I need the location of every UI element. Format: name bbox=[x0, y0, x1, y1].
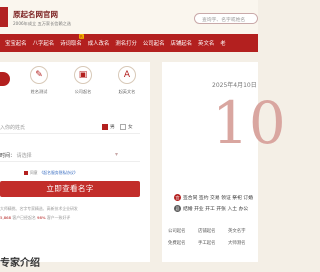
search-input[interactable]: 查询字、名字或姓名 bbox=[194, 13, 258, 24]
rating-percent: 98% bbox=[36, 215, 46, 220]
nav-item-shop-naming[interactable]: 店铺起名 bbox=[170, 39, 192, 47]
surname-field[interactable]: 入你的姓氏 男 女 bbox=[0, 120, 140, 134]
link-manual-naming[interactable]: 手工起名 bbox=[198, 240, 216, 246]
link-free-naming[interactable]: 免费起名 bbox=[168, 240, 186, 246]
birth-time-field[interactable]: 时间： 请选择 ▾ bbox=[0, 148, 140, 162]
link-english-name[interactable]: 英文名字 bbox=[228, 228, 246, 234]
link-master-test[interactable]: 大师测名 bbox=[228, 240, 246, 246]
calendar-yi: 宜 签合同 签约 交易 领证 祭祀 订婚 bbox=[174, 194, 253, 201]
calendar-day: 10 bbox=[212, 89, 286, 157]
agree-text: 同意 bbox=[30, 170, 38, 175]
link-shop-naming[interactable]: 店铺起名 bbox=[198, 228, 216, 234]
yi-text: 签合同 签约 交易 领证 祭祀 订婚 bbox=[183, 196, 253, 201]
submit-button[interactable]: 立即查看名字 bbox=[0, 181, 140, 197]
customer-count-label: 客户已经起名 bbox=[12, 215, 36, 220]
tool-label: 起英文名 bbox=[118, 89, 136, 94]
tool-row: ✎ 姓名测试 ▣ 公司起名 A 起英文名 bbox=[0, 66, 150, 100]
birth-placeholder: 请选择 bbox=[16, 153, 32, 159]
nav-item-label: 诗词取名 bbox=[60, 41, 82, 47]
link-company-naming[interactable]: 公司起名 bbox=[168, 228, 186, 234]
nav-item-baby-naming[interactable]: 宝宝起名 bbox=[5, 39, 27, 47]
naming-form-card: ✎ 姓名测试 ▣ 公司起名 A 起英文名 入你的姓氏 男 女 时间： 请选择 ▾… bbox=[0, 62, 150, 262]
section-title: 专家介绍 bbox=[0, 258, 40, 269]
site-title[interactable]: 原起名网官网 bbox=[13, 9, 58, 20]
tool-english-name[interactable]: A 起英文名 bbox=[112, 66, 142, 95]
ji-badge: 忌 bbox=[174, 205, 181, 212]
header: 原起名网官网 2006年成立 五万家长信赖之选 查询字、名字或姓名 bbox=[0, 0, 258, 34]
customer-count: 5,868 bbox=[0, 215, 12, 220]
building-icon: ▣ bbox=[74, 66, 92, 84]
chevron-down-icon[interactable]: ▾ bbox=[115, 151, 118, 158]
pen-icon: ✎ bbox=[30, 66, 48, 84]
tool-name-test[interactable]: ✎ 姓名测试 bbox=[24, 66, 54, 95]
tool-decoration bbox=[0, 72, 10, 86]
nav-item-more[interactable]: 老 bbox=[220, 39, 225, 47]
letter-icon: A bbox=[118, 66, 136, 84]
main-nav: 宝宝起名 八字起名 诗词取名 热 成人改名 测名打分 公司起名 店铺起名 英文名… bbox=[0, 34, 258, 52]
nav-item-english-name[interactable]: 英文名 bbox=[198, 39, 214, 47]
male-checkbox[interactable] bbox=[102, 123, 108, 130]
gender-select[interactable]: 男 女 bbox=[102, 123, 133, 130]
ji-text: 结婚 开业 开工 开张 入土 办公 bbox=[183, 207, 249, 212]
trust-note: 大师精挑、名字专家精选、高新技术企业研发 bbox=[0, 206, 78, 211]
rating-label: 客户一致好评 bbox=[46, 215, 71, 220]
female-label: 女 bbox=[127, 125, 133, 130]
tool-company-naming[interactable]: ▣ 公司起名 bbox=[68, 66, 98, 95]
male-label: 男 bbox=[110, 125, 115, 130]
nav-item-company-naming[interactable]: 公司起名 bbox=[143, 39, 165, 47]
agree-checkbox[interactable] bbox=[24, 171, 28, 175]
site-subtitle: 2006年成立 五万家长信赖之选 bbox=[13, 21, 72, 26]
calendar-card: 2025年4月10日 10 宜 签合同 签约 交易 领证 祭祀 订婚 忌 结婚 … bbox=[162, 62, 286, 262]
calendar-date: 2025年4月10日 bbox=[212, 82, 257, 89]
tool-label: 姓名测试 bbox=[30, 89, 48, 94]
privacy-link[interactable]: 《起名服务隐私协议》 bbox=[40, 170, 78, 176]
nav-item-poem-naming[interactable]: 诗词取名 热 bbox=[60, 34, 84, 47]
surname-placeholder: 入你的姓氏 bbox=[0, 125, 26, 131]
logo-icon[interactable] bbox=[0, 7, 8, 27]
birth-label-group: 时间： 请选择 bbox=[0, 152, 32, 159]
yi-badge: 宜 bbox=[174, 194, 181, 201]
nav-item-adult-rename[interactable]: 成人改名 bbox=[88, 39, 110, 47]
nav-item-name-score[interactable]: 测名打分 bbox=[115, 39, 137, 47]
birth-label: 时间： bbox=[0, 153, 16, 159]
stats-note: 5,868 客户已经起名 98% 客户一致好评 bbox=[0, 215, 70, 221]
agreement-row: 同意 《起名服务隐私协议》 bbox=[24, 170, 78, 176]
hot-badge: 热 bbox=[78, 34, 84, 39]
tool-label: 公司起名 bbox=[74, 89, 92, 94]
nav-item-bazi-naming[interactable]: 八字起名 bbox=[33, 39, 55, 47]
female-checkbox[interactable] bbox=[119, 123, 126, 130]
calendar-ji: 忌 结婚 开业 开工 开张 入土 办公 bbox=[174, 205, 248, 212]
